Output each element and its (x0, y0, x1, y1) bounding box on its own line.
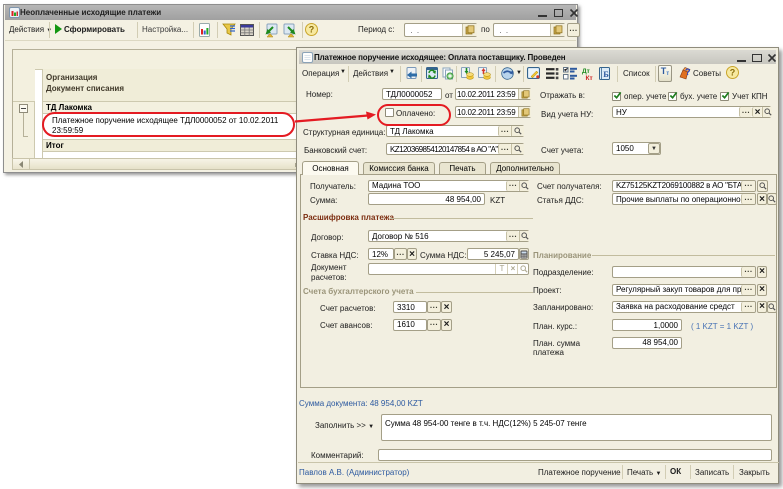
svg-text:Кт: Кт (586, 75, 593, 80)
svg-text:?: ? (309, 25, 315, 35)
svg-text:Дт: Дт (582, 68, 590, 75)
svg-text:?: ? (685, 67, 691, 77)
svg-text:?: ? (730, 68, 736, 78)
svg-text:Б: Б (603, 69, 609, 79)
